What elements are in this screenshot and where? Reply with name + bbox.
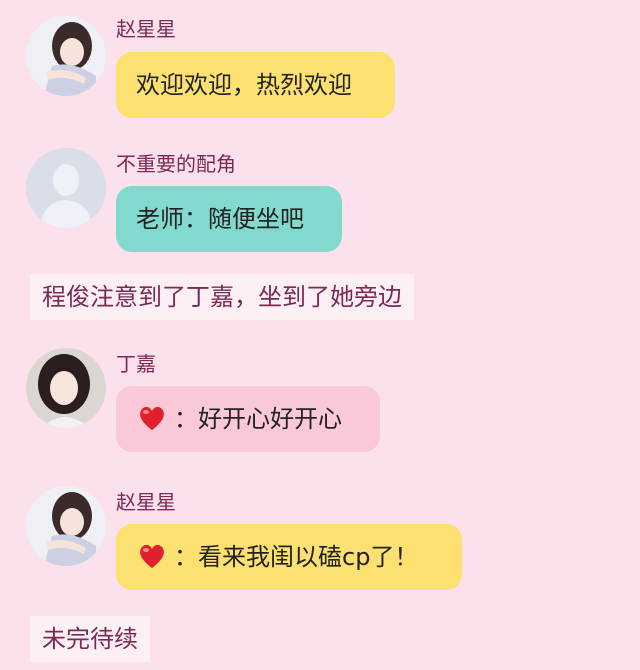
narration-text: 程俊注意到了丁嘉，坐到了她旁边: [30, 274, 414, 320]
narration-text: 未完待续: [30, 616, 150, 662]
message-bubble: ：好开心好开心: [116, 386, 380, 452]
heart-icon: [136, 540, 168, 572]
avatar[interactable]: [26, 348, 106, 428]
message-text: ：好开心好开心: [174, 405, 342, 433]
avatar-photo: [26, 486, 106, 566]
avatar[interactable]: [26, 486, 106, 566]
message-bubble: 老师：随便坐吧: [116, 186, 342, 252]
sender-name: 丁嘉: [116, 352, 156, 376]
message-text: ：看来我闺以磕cp了！: [174, 543, 419, 571]
sender-name: 不重要的配角: [116, 152, 236, 176]
message-bubble: 欢迎欢迎，热烈欢迎: [116, 52, 395, 118]
avatar[interactable]: [26, 16, 106, 96]
heart-icon: [136, 402, 168, 434]
sender-name: 赵星星: [116, 490, 176, 514]
avatar-photo: [26, 348, 106, 428]
default-person-icon: [26, 148, 106, 228]
avatar[interactable]: [26, 148, 106, 228]
sender-name: 赵星星: [116, 17, 176, 41]
avatar-photo: [26, 16, 106, 96]
message-bubble: ：看来我闺以磕cp了！: [116, 524, 462, 590]
